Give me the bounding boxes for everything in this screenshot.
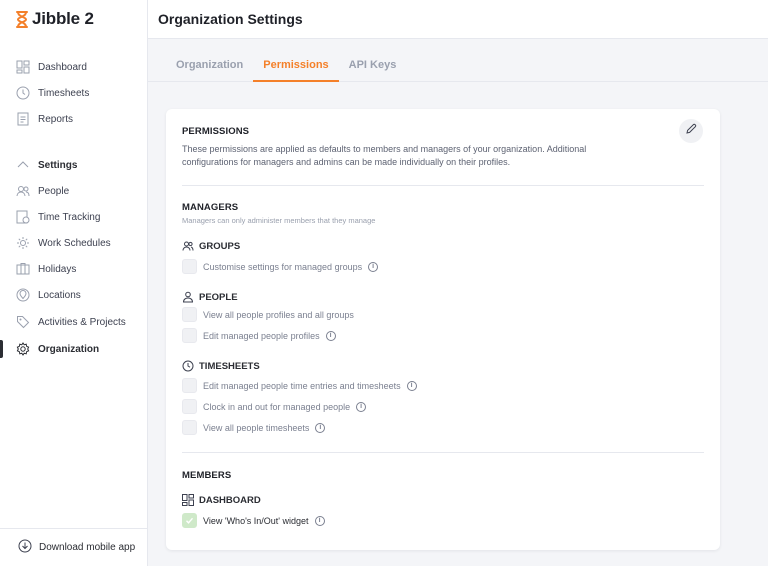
app-logo[interactable]: Jibble 2 (16, 8, 94, 30)
option-label: Clock in and out for managed people (203, 401, 351, 412)
permission-option: Clock in and out for managed people i (182, 399, 367, 414)
sidebar-item-holidays[interactable]: Holidays (0, 256, 148, 282)
option-label: View 'Who's In/Out' widget (203, 515, 309, 526)
permissions-title: PERMISSIONS (182, 126, 250, 137)
settings-tabs: Organization Permissions API Keys (166, 52, 406, 82)
members-title: MEMBERS (182, 470, 232, 481)
tab-permissions[interactable]: Permissions (253, 52, 339, 82)
dashboard-icon (16, 60, 30, 74)
tab-api-keys[interactable]: API Keys (339, 52, 407, 82)
option-label: Customise settings for managed groups (203, 261, 363, 272)
sidebar-item-label: Settings (38, 159, 78, 171)
dashboard-icon (182, 494, 194, 506)
option-label: Edit managed people profiles (203, 330, 320, 341)
sidebar-item-label: Locations (38, 289, 81, 301)
sidebar-item-label: Dashboard (38, 61, 87, 73)
option-label: Edit managed people time entries and tim… (203, 380, 401, 391)
clock-icon (16, 86, 30, 100)
managers-title: MANAGERS (182, 202, 239, 213)
checkbox[interactable] (182, 307, 197, 322)
location-pin-icon (16, 288, 30, 302)
sidebar-item-label: Holidays (38, 263, 77, 275)
sidebar-item-label: Activities & Projects (38, 316, 126, 328)
tab-organization[interactable]: Organization (166, 52, 253, 82)
gear-icon (16, 342, 30, 356)
app-name: Jibble 2 (32, 9, 94, 28)
info-icon[interactable]: i (314, 515, 325, 526)
sidebar-item-activities-projects[interactable]: Activities & Projects (0, 309, 148, 335)
info-icon[interactable]: i (356, 401, 367, 412)
sidebar-item-label: People (38, 185, 70, 197)
sidebar-item-label: Work Schedules (38, 237, 111, 249)
report-icon (16, 112, 30, 126)
active-indicator (0, 340, 3, 358)
info-icon[interactable]: i (406, 380, 417, 391)
managers-subtitle: Managers can only administer members tha… (182, 216, 376, 225)
time-tracking-icon (16, 210, 30, 224)
work-schedules-icon (16, 236, 30, 250)
people-title: PEOPLE (199, 291, 238, 303)
checkbox-checked[interactable] (182, 513, 197, 528)
people-heading: PEOPLE (182, 291, 238, 303)
permission-option: Edit managed people time entries and tim… (182, 378, 417, 393)
permissions-card: PERMISSIONS These permissions are applie… (166, 109, 720, 550)
sidebar-item-work-schedules[interactable]: Work Schedules (0, 230, 148, 256)
sidebar-item-dashboard[interactable]: Dashboard (0, 54, 148, 80)
timesheets-title: TIMESHEETS (199, 360, 260, 372)
checkbox[interactable] (182, 420, 197, 435)
permissions-description-line: configurations for managers and admins c… (182, 157, 511, 167)
sidebar-item-label: Timesheets (38, 87, 90, 99)
permission-option: View all people profiles and all groups (182, 307, 354, 322)
timesheets-heading: TIMESHEETS (182, 360, 260, 372)
checkbox[interactable] (182, 399, 197, 414)
checkbox[interactable] (182, 259, 197, 274)
permissions-description-line: These permissions are applied as default… (182, 144, 587, 154)
sidebar-item-label: Reports (38, 113, 74, 125)
groups-heading: GROUPS (182, 240, 240, 252)
option-label: View all people timesheets (203, 422, 310, 433)
permission-option: View all people timesheets i (182, 420, 326, 435)
page-title: Organization Settings (158, 11, 303, 27)
info-icon[interactable]: i (315, 422, 326, 433)
sidebar: Jibble 2 Dashboard Timesheets Reports Se… (0, 0, 148, 566)
edit-button[interactable] (679, 119, 703, 143)
permissions-description: These permissions are applied as default… (182, 143, 586, 169)
info-icon[interactable]: i (325, 330, 336, 341)
groups-title: GROUPS (199, 240, 241, 252)
person-icon (182, 291, 194, 303)
dashboard-title: DASHBOARD (199, 494, 261, 506)
sidebar-item-people[interactable]: People (0, 178, 148, 204)
sidebar-item-label: Organization (38, 343, 100, 355)
checkbox[interactable] (182, 328, 197, 343)
sidebar-item-locations[interactable]: Locations (0, 282, 148, 308)
section-divider (182, 185, 704, 186)
hourglass-logo-icon (16, 10, 28, 28)
top-header: Organization Settings (148, 0, 768, 39)
permission-option: Customise settings for managed groups i (182, 259, 379, 274)
chevron-up-icon (16, 158, 30, 172)
option-label: View all people profiles and all groups (203, 309, 354, 320)
sidebar-item-time-tracking[interactable]: Time Tracking (0, 204, 148, 230)
permission-option: Edit managed people profiles i (182, 328, 336, 343)
tag-icon (16, 315, 30, 329)
checkbox[interactable] (182, 378, 197, 393)
holidays-icon (16, 262, 30, 276)
people-icon (16, 184, 30, 198)
sidebar-item-timesheets[interactable]: Timesheets (0, 80, 148, 106)
sidebar-item-organization[interactable]: Organization (0, 336, 148, 362)
download-label: Download mobile app (39, 542, 136, 553)
clock-icon (182, 360, 194, 372)
sidebar-item-label: Time Tracking (38, 211, 101, 223)
sidebar-item-reports[interactable]: Reports (0, 106, 148, 132)
sidebar-item-settings[interactable]: Settings (0, 152, 148, 178)
permission-option: View 'Who's In/Out' widget i (182, 513, 325, 528)
section-divider (182, 452, 704, 453)
dashboard-heading: DASHBOARD (182, 494, 261, 506)
people-icon (182, 240, 194, 252)
download-icon (18, 539, 32, 556)
info-icon[interactable]: i (368, 261, 379, 272)
download-mobile-app-button[interactable]: Download mobile app (0, 528, 148, 566)
pencil-icon (685, 122, 697, 140)
check-icon (186, 517, 194, 524)
